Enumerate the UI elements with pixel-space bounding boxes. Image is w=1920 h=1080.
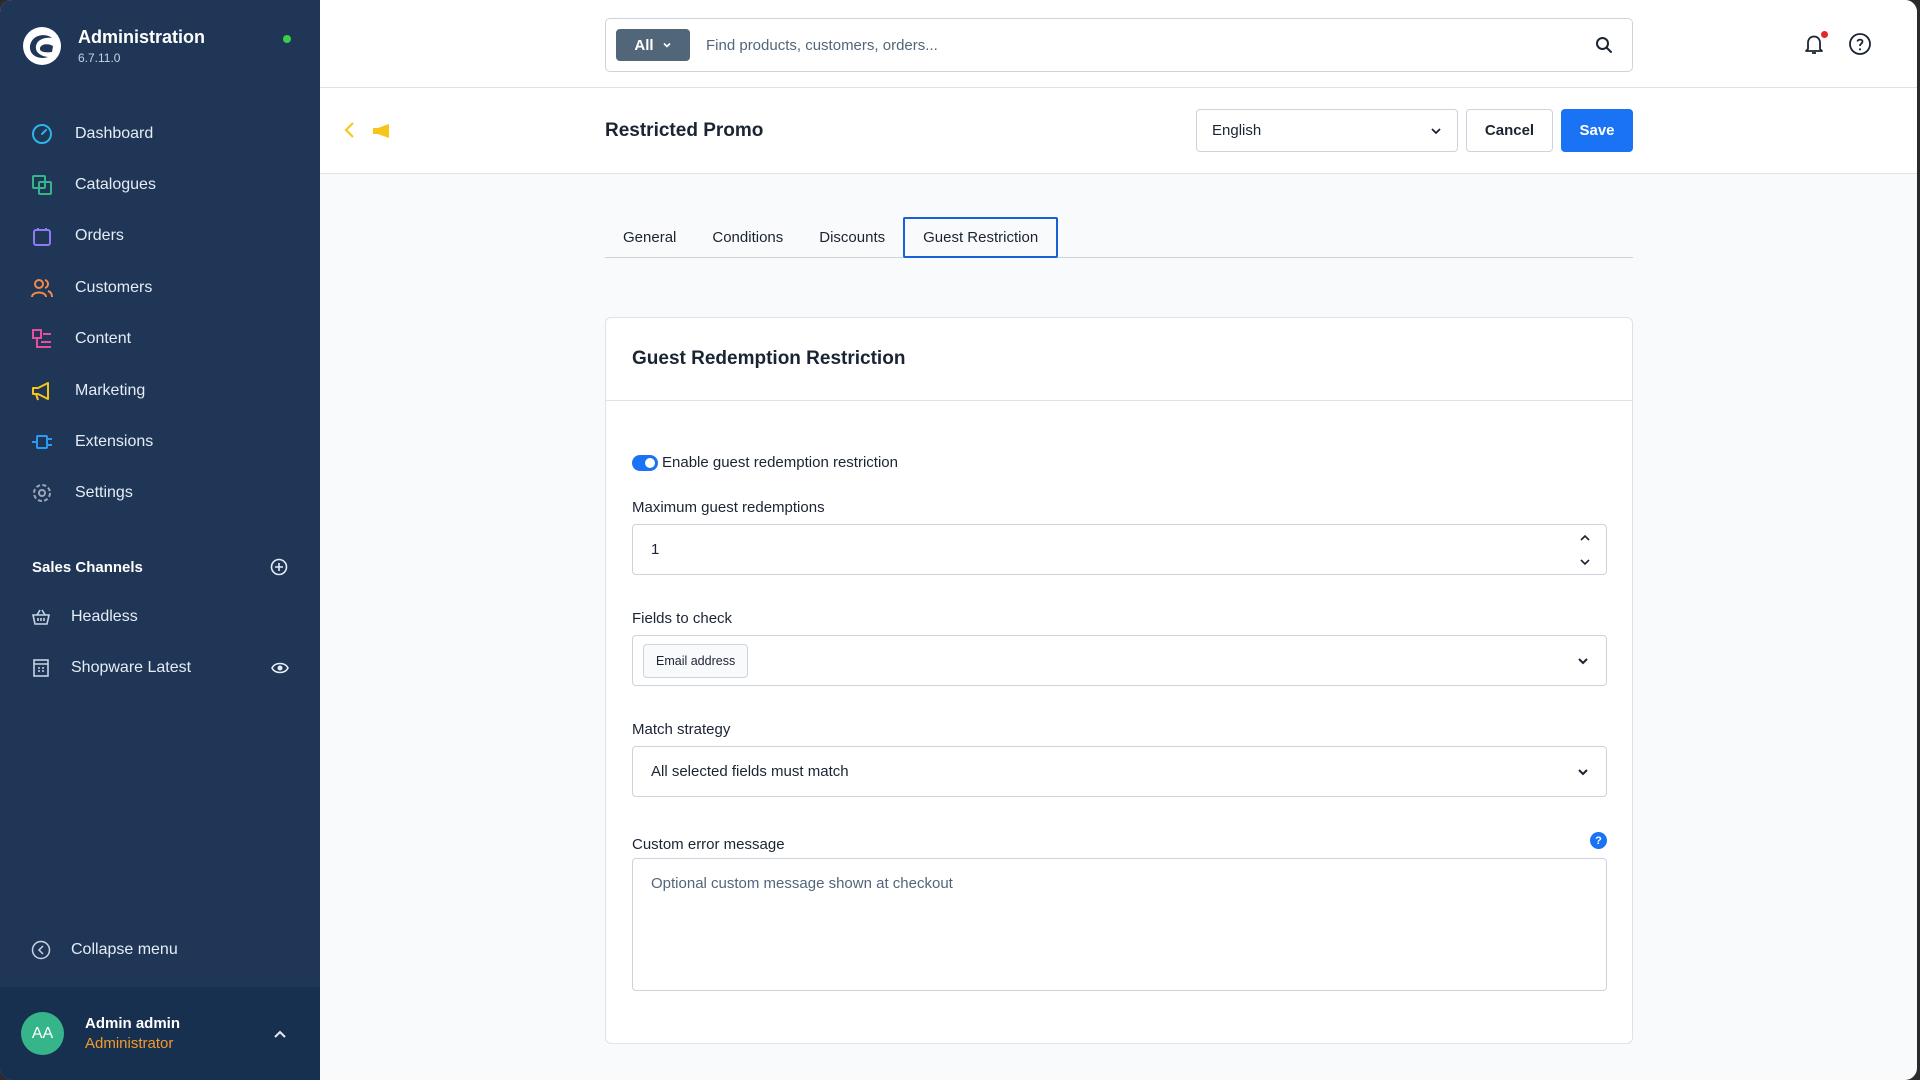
language-value: English xyxy=(1212,122,1262,139)
card-title: Guest Redemption Restriction xyxy=(606,318,1632,401)
sidebar-item-label: Settings xyxy=(75,484,133,502)
search-icon[interactable] xyxy=(1594,35,1614,55)
marketing-megaphone-icon xyxy=(373,124,389,138)
decrement-chevron-icon[interactable] xyxy=(1578,555,1592,569)
language-switch[interactable]: English xyxy=(1196,109,1458,152)
content-icon xyxy=(32,329,51,349)
match-strategy-label: Match strategy xyxy=(632,721,731,738)
tab-conditions[interactable]: Conditions xyxy=(694,217,801,257)
enable-restriction-label: Enable guest redemption restriction xyxy=(662,454,898,471)
sidebar-item-extensions[interactable]: Extensions xyxy=(0,416,320,467)
sidebar-item-label: Catalogues xyxy=(75,176,156,194)
app-version: 6.7.11.0 xyxy=(78,51,121,65)
fields-to-check-select[interactable]: Email address xyxy=(632,635,1607,686)
collapse-chevron-icon xyxy=(31,940,51,960)
page-title: Restricted Promo xyxy=(605,120,764,141)
user-menu[interactable]: AA Admin admin Administrator xyxy=(0,987,320,1080)
match-strategy-value: All selected fields must match xyxy=(651,763,849,780)
orders-icon xyxy=(33,228,51,247)
collapse-menu-label: Collapse menu xyxy=(71,941,178,958)
chevron-down-icon xyxy=(1578,769,1588,776)
promotion-tabs: General Conditions Discounts Guest Restr… xyxy=(605,217,1633,258)
sidebar-item-label: Customers xyxy=(75,278,153,296)
chevron-down-icon xyxy=(1431,127,1441,134)
search-scope-label: All xyxy=(634,36,654,54)
sidebar-item-label: Dashboard xyxy=(75,124,154,142)
sidebar-item-settings[interactable]: Settings xyxy=(0,468,320,519)
sidebar-item-label: Orders xyxy=(75,227,124,245)
back-chevron-icon[interactable] xyxy=(342,120,358,140)
sidebar: Administration 6.7.11.0 Dashboard Catalo… xyxy=(0,0,320,1080)
sales-channel-label: Headless xyxy=(71,608,138,625)
save-button[interactable]: Save xyxy=(1561,109,1633,152)
catalogues-icon xyxy=(32,175,52,196)
basket-icon xyxy=(32,609,50,625)
guest-restriction-card: Guest Redemption Restriction Enable gues… xyxy=(605,317,1633,1044)
enable-restriction-row: Enable guest redemption restriction xyxy=(632,454,898,471)
search-scope-dropdown[interactable]: All xyxy=(616,29,690,61)
user-role: Administrator xyxy=(85,1035,174,1052)
max-redemptions-label: Maximum guest redemptions xyxy=(632,499,825,516)
tab-discounts[interactable]: Discounts xyxy=(801,217,903,257)
customers-icon xyxy=(31,278,53,298)
app-title: Administration xyxy=(78,27,206,47)
number-stepper xyxy=(1578,531,1592,569)
enable-restriction-toggle[interactable] xyxy=(632,454,658,471)
sidebar-item-orders[interactable]: Orders xyxy=(0,211,320,262)
marketing-icon xyxy=(32,381,49,400)
sidebar-item-content[interactable]: Content xyxy=(0,314,320,365)
sidebar-item-marketing[interactable]: Marketing xyxy=(0,365,320,416)
sidebar-item-dashboard[interactable]: Dashboard xyxy=(0,108,320,159)
tab-guest-restriction[interactable]: Guest Restriction xyxy=(903,217,1059,258)
top-bar: All xyxy=(320,0,1917,88)
sales-channels-header: Sales Channels xyxy=(32,558,288,576)
storefront-icon xyxy=(33,659,49,677)
status-indicator xyxy=(283,35,291,43)
chevron-down-icon xyxy=(1578,658,1588,665)
app-window: Administration 6.7.11.0 Dashboard Catalo… xyxy=(0,0,1917,1080)
user-name: Admin admin xyxy=(85,1015,181,1032)
cancel-button[interactable]: Cancel xyxy=(1466,109,1553,152)
sidebar-item-label: Content xyxy=(75,330,132,348)
notification-badge xyxy=(1821,31,1828,38)
shopware-logo-icon xyxy=(23,27,61,65)
sales-channels-title: Sales Channels xyxy=(32,558,143,576)
main-nav: Dashboard Catalogues Orders Customers Co… xyxy=(0,108,320,519)
custom-error-label: Custom error message xyxy=(632,836,785,853)
collapse-menu-button[interactable]: Collapse menu xyxy=(31,940,178,960)
sidebar-item-label: Marketing xyxy=(75,381,146,399)
sidebar-item-customers[interactable]: Customers xyxy=(0,262,320,313)
sidebar-item-label: Extensions xyxy=(75,433,154,451)
tab-general[interactable]: General xyxy=(605,217,694,257)
extensions-icon xyxy=(32,435,52,450)
fields-to-check-label: Fields to check xyxy=(632,610,733,627)
avatar: AA xyxy=(21,1012,64,1055)
dashboard-icon xyxy=(32,123,52,144)
add-sales-channel-icon[interactable] xyxy=(270,558,288,576)
sales-channel-label: Shopware Latest xyxy=(71,659,192,676)
smart-bar: Restricted Promo English Cancel Save xyxy=(320,88,1917,174)
chevron-down-icon xyxy=(663,42,671,48)
max-redemptions-value: 1 xyxy=(651,541,660,558)
increment-chevron-icon[interactable] xyxy=(1578,531,1592,545)
search-input[interactable] xyxy=(706,36,1594,54)
help-icon[interactable] xyxy=(1848,32,1872,56)
sales-channel-shopware-latest[interactable]: Shopware Latest xyxy=(31,658,291,678)
selected-field-tag[interactable]: Email address xyxy=(643,643,749,678)
eye-icon[interactable] xyxy=(271,659,289,677)
chevron-up-icon[interactable] xyxy=(272,1027,288,1043)
sales-channel-headless[interactable]: Headless xyxy=(31,607,291,627)
match-strategy-select[interactable]: All selected fields must match xyxy=(632,746,1607,797)
custom-error-textarea[interactable] xyxy=(632,858,1607,991)
max-redemptions-input[interactable]: 1 xyxy=(632,524,1607,575)
global-search: All xyxy=(605,18,1633,72)
sidebar-item-catalogues[interactable]: Catalogues xyxy=(0,159,320,210)
help-tooltip-icon[interactable]: ? xyxy=(1590,832,1607,849)
brand[interactable]: Administration 6.7.11.0 xyxy=(22,26,205,66)
settings-icon xyxy=(33,484,51,503)
